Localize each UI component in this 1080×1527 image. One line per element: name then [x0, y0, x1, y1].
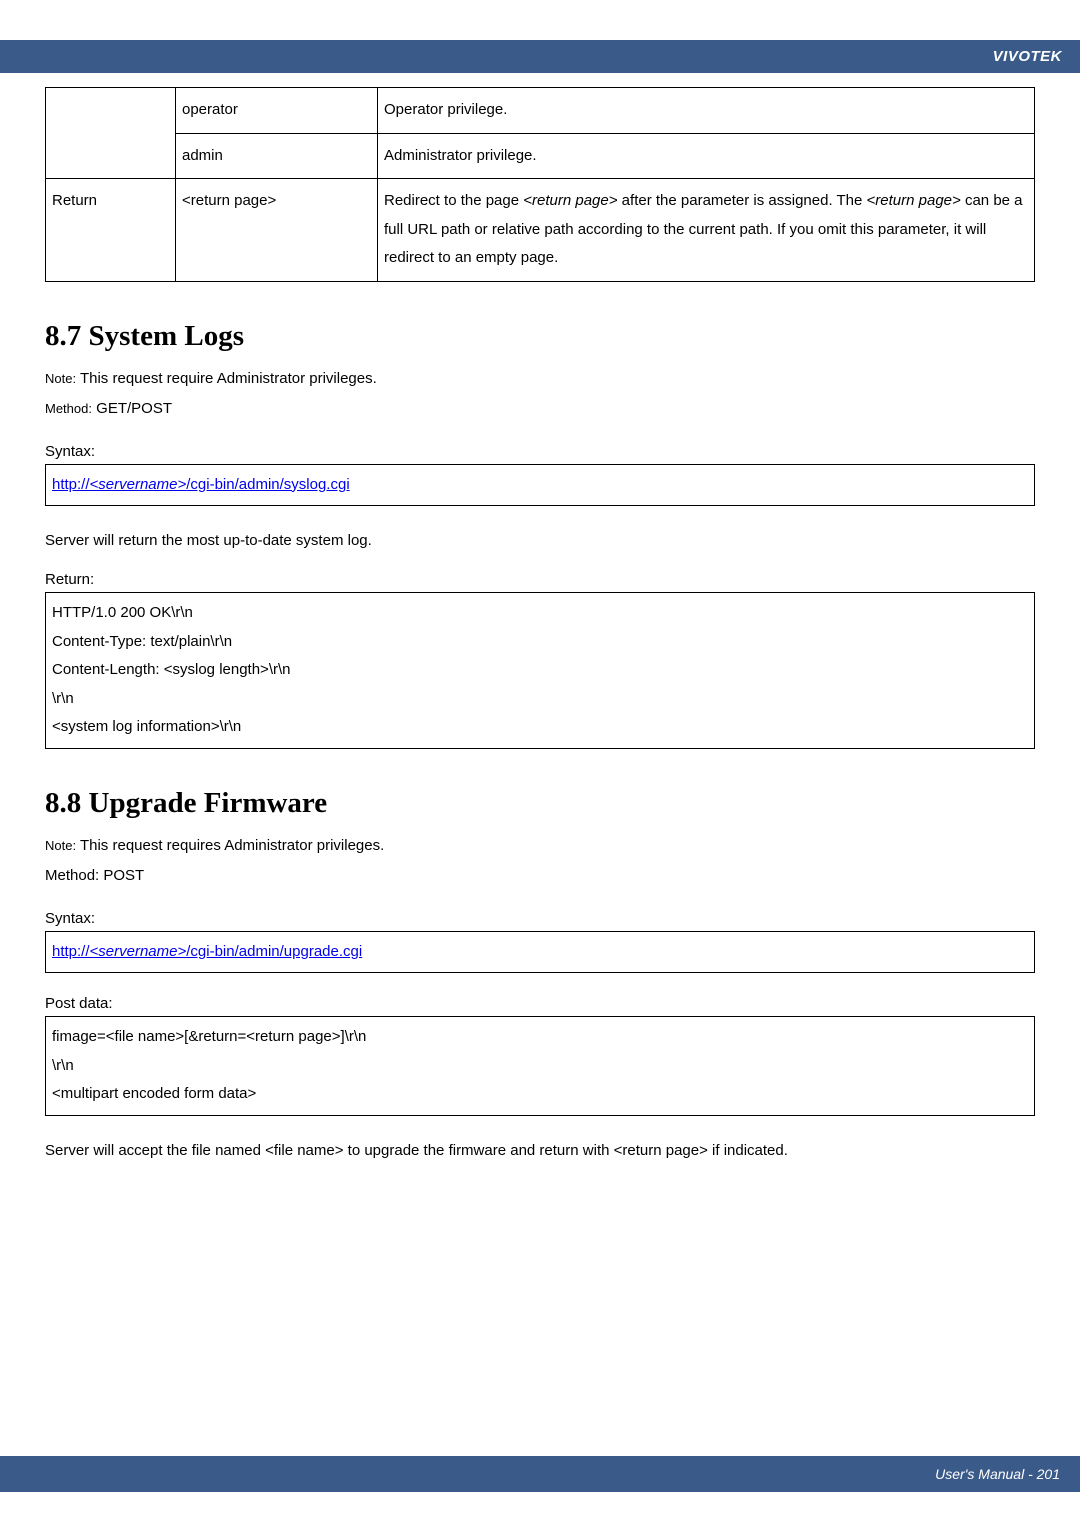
method-label: Method: [45, 401, 92, 416]
desc-text: after the parameter is assigned. The [618, 192, 867, 209]
desc-text: Redirect to the page [384, 192, 523, 209]
postdata-label: Post data: [45, 995, 1035, 1012]
footer-text: User's Manual - 201 [935, 1466, 1060, 1482]
brand-text: VIVOTEK [993, 48, 1062, 65]
header-brand-bar: VIVOTEK [0, 40, 1080, 73]
return-box: HTTP/1.0 200 OK\r\n Content-Type: text/p… [45, 592, 1035, 749]
link-servername: <servername> [90, 476, 187, 493]
page: VIVOTEK operator Operator privilege. adm… [0, 0, 1080, 1527]
note-line: Note: This request requires Administrato… [45, 834, 1035, 858]
link-suffix: /cgi-bin/admin/syslog.cgi [186, 476, 349, 493]
cell-value: operator [176, 88, 378, 134]
cell-desc: Redirect to the page <return page> after… [378, 179, 1035, 282]
section-heading-88: 8.8 Upgrade Firmware [45, 787, 1035, 820]
table-row: Return <return page> Redirect to the pag… [46, 179, 1035, 282]
link-servername: <servername> [90, 943, 187, 960]
parameter-table: operator Operator privilege. admin Admin… [45, 87, 1035, 282]
note-label: Note: [45, 371, 76, 386]
note-label: Note: [45, 838, 76, 853]
table-row: admin Administrator privilege. [46, 133, 1035, 179]
postdata-box: fimage=<file name>[&return=<return page>… [45, 1016, 1035, 1116]
upgrade-link[interactable]: http://<servername>/cgi-bin/admin/upgrad… [52, 943, 362, 960]
note-line: Note: This request require Administrator… [45, 367, 1035, 391]
cell-param: Return [46, 179, 176, 282]
cell-value: <return page> [176, 179, 378, 282]
cell-value: admin [176, 133, 378, 179]
note-text: This request requires Administrator priv… [76, 837, 384, 854]
method-line: Method: POST [45, 864, 1035, 888]
method-text: GET/POST [92, 400, 172, 417]
footer-bar: User's Manual - 201 [0, 1456, 1080, 1492]
section-heading-87: 8.7 System Logs [45, 320, 1035, 353]
note-text: This request require Administrator privi… [76, 370, 377, 387]
syntax-label: Syntax: [45, 910, 1035, 927]
syntax-box: http://<servername>/cgi-bin/admin/syslog… [45, 464, 1035, 507]
table-row: operator Operator privilege. [46, 88, 1035, 134]
description-text: Server will return the most up-to-date s… [45, 532, 1035, 549]
desc-ital: <return page> [523, 192, 617, 209]
syslog-link[interactable]: http://<servername>/cgi-bin/admin/syslog… [52, 476, 350, 493]
cell-desc: Administrator privilege. [378, 133, 1035, 179]
desc-ital: <return page> [867, 192, 961, 209]
syntax-label: Syntax: [45, 443, 1035, 460]
link-prefix: http:// [52, 476, 90, 493]
link-prefix: http:// [52, 943, 90, 960]
description-text: Server will accept the file named <file … [45, 1142, 1035, 1159]
link-suffix: /cgi-bin/admin/upgrade.cgi [186, 943, 362, 960]
cell-param-blank [46, 88, 176, 179]
syntax-box: http://<servername>/cgi-bin/admin/upgrad… [45, 931, 1035, 974]
method-line: Method: GET/POST [45, 397, 1035, 421]
cell-desc: Operator privilege. [378, 88, 1035, 134]
return-label: Return: [45, 571, 1035, 588]
